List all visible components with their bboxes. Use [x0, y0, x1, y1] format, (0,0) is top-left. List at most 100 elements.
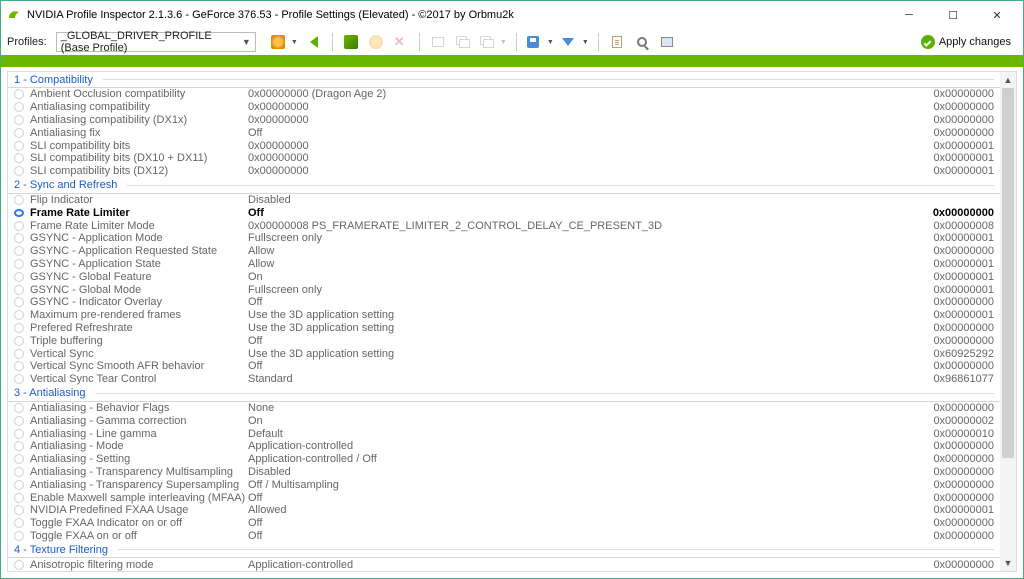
delete-button[interactable]: ✕	[390, 31, 412, 53]
section-title: 1 - Compatibility	[14, 74, 93, 86]
setting-hex: 0x00000008	[914, 220, 994, 232]
new-profile-button[interactable]	[427, 31, 449, 53]
import-button[interactable]: ▼	[559, 31, 591, 53]
section-header[interactable]: 1 - Compatibility	[8, 72, 1000, 88]
add-app-button[interactable]: ▼	[477, 31, 509, 53]
setting-value: 0x00000000	[248, 165, 914, 177]
scroll-up-button[interactable]: ▲	[1000, 72, 1016, 88]
setting-row[interactable]: Flip IndicatorDisabled	[8, 194, 1000, 207]
nvidia-icon	[344, 35, 358, 49]
setting-row[interactable]: Antialiasing compatibility (DX1x)0x00000…	[8, 114, 1000, 127]
setting-row[interactable]: Vertical Sync Smooth AFR behaviorOff0x00…	[8, 360, 1000, 373]
setting-name: Antialiasing - Setting	[30, 453, 248, 465]
setting-value: Off	[248, 492, 914, 504]
setting-row[interactable]: Anisotropic filtering modeApplication-co…	[8, 558, 1000, 571]
back-button[interactable]	[303, 31, 325, 53]
setting-hex: 0x00000002	[914, 415, 994, 427]
setting-hex: 0x00000000	[914, 335, 994, 347]
setting-hex: 0x00000010	[914, 428, 994, 440]
setting-name: Triple buffering	[30, 335, 248, 347]
setting-hex: 0x00000000	[914, 440, 994, 452]
setting-row[interactable]: NVIDIA Predefined FXAA UsageAllowed0x000…	[8, 504, 1000, 517]
row-indicator-icon	[14, 416, 24, 426]
setting-hex: 0x00000001	[914, 284, 994, 296]
setting-row[interactable]: Toggle FXAA Indicator on or offOff0x0000…	[8, 517, 1000, 530]
setting-value: Off	[248, 207, 914, 219]
window-icon	[432, 37, 444, 47]
setting-row[interactable]: Maximum pre-rendered framesUse the 3D ap…	[8, 309, 1000, 322]
find-button[interactable]	[631, 31, 653, 53]
window-minimize-button[interactable]: ─	[887, 2, 931, 28]
setting-name: Ambient Occlusion compatibility	[30, 88, 248, 100]
windows-icon	[456, 36, 470, 48]
row-indicator-icon	[14, 480, 24, 490]
setting-row[interactable]: Ambient Occlusion compatibility 0x0000000…	[8, 88, 1000, 101]
setting-row[interactable]: Antialiasing - SettingApplication-contro…	[8, 453, 1000, 466]
setting-row[interactable]: GSYNC - Application StateAllow0x00000001	[8, 258, 1000, 271]
scroll-thumb[interactable]	[1002, 88, 1014, 458]
vertical-scrollbar[interactable]: ▲ ▼	[1000, 72, 1016, 571]
setting-name: GSYNC - Global Mode	[30, 284, 248, 296]
setting-row[interactable]: Prefered RefreshrateUse the 3D applicati…	[8, 322, 1000, 335]
setting-name: Frame Rate Limiter	[30, 207, 248, 219]
setting-row[interactable]: Triple bufferingOff0x00000000	[8, 334, 1000, 347]
setting-row[interactable]: Antialiasing - Gamma correctionOn0x00000…	[8, 414, 1000, 427]
back-arrow-icon	[310, 36, 318, 48]
setting-row[interactable]: SLI compatibility bits (DX10 + DX11)0x00…	[8, 152, 1000, 165]
row-indicator-icon	[14, 285, 24, 295]
setting-row[interactable]: GSYNC - Global ModeFullscreen only0x0000…	[8, 283, 1000, 296]
setting-row[interactable]: Vertical Sync Tear ControlStandard0x9686…	[8, 373, 1000, 386]
log-button[interactable]	[606, 31, 628, 53]
row-indicator-icon	[14, 467, 24, 477]
setting-name: Anisotropic filtering mode	[30, 559, 248, 571]
apply-changes-button[interactable]: Apply changes	[915, 31, 1017, 53]
setting-row[interactable]: Frame Rate Limiter Mode0x00000008 PS_FRA…	[8, 219, 1000, 232]
row-indicator-icon	[14, 221, 24, 231]
section-header[interactable]: 3 - Antialiasing	[8, 386, 1000, 402]
setting-row[interactable]: Antialiasing - Line gammaDefault0x000000…	[8, 427, 1000, 440]
profile-select[interactable]: _GLOBAL_DRIVER_PROFILE (Base Profile) ▼	[56, 32, 256, 52]
setting-hex: 0x00000000	[914, 322, 994, 334]
chevron-down-icon: ▼	[291, 39, 298, 46]
setting-row[interactable]: Antialiasing fixOff0x00000000	[8, 126, 1000, 139]
setting-row[interactable]: GSYNC - Application Requested StateAllow…	[8, 245, 1000, 258]
setting-row[interactable]: Frame Rate LimiterOff0x00000000	[8, 206, 1000, 219]
export-button[interactable]: ▼	[524, 31, 556, 53]
section-header[interactable]: 4 - Texture Filtering	[8, 542, 1000, 558]
setting-row[interactable]: Antialiasing compatibility0x000000000x00…	[8, 101, 1000, 114]
profile-selected-text: _GLOBAL_DRIVER_PROFILE (Base Profile)	[61, 30, 237, 54]
setting-row[interactable]: GSYNC - Application ModeFullscreen only0…	[8, 232, 1000, 245]
setting-row[interactable]: Antialiasing - Transparency Supersamplin…	[8, 478, 1000, 491]
setting-row[interactable]: Antialiasing - Transparency Multisamplin…	[8, 466, 1000, 479]
setting-hex: 0x00000000	[914, 479, 994, 491]
row-indicator-icon	[14, 454, 24, 464]
restore-default-button[interactable]	[365, 31, 387, 53]
row-indicator-icon	[14, 531, 24, 541]
setting-row[interactable]: Enable Maxwell sample interleaving (MFAA…	[8, 491, 1000, 504]
setting-row[interactable]: Antialiasing - Behavior FlagsNone0x00000…	[8, 402, 1000, 415]
nvidia-restore-button[interactable]	[340, 31, 362, 53]
setting-value: Allowed	[248, 504, 914, 516]
home-profile-button[interactable]: ▼	[268, 31, 300, 53]
setting-hex: 0x96861077	[914, 373, 994, 385]
scroll-down-button[interactable]: ▼	[1000, 555, 1016, 571]
window-maximize-button[interactable]: ☐	[931, 2, 975, 28]
setting-name: Toggle FXAA Indicator on or off	[30, 517, 248, 529]
scan-button[interactable]	[656, 31, 678, 53]
section-header[interactable]: 2 - Sync and Refresh	[8, 178, 1000, 194]
search-icon	[637, 37, 647, 47]
setting-row[interactable]: Toggle FXAA on or offOff0x00000000	[8, 530, 1000, 543]
setting-row[interactable]: SLI compatibility bits0x000000000x000000…	[8, 139, 1000, 152]
title-bar: NVIDIA Profile Inspector 2.1.3.6 - GeFor…	[1, 1, 1023, 29]
window-close-button[interactable]: ✕	[975, 2, 1019, 28]
setting-row[interactable]: Vertical SyncUse the 3D application sett…	[8, 347, 1000, 360]
profiles-list-button[interactable]	[452, 31, 474, 53]
apply-label: Apply changes	[939, 36, 1011, 48]
setting-value: Fullscreen only	[248, 284, 914, 296]
setting-row[interactable]: GSYNC - Indicator OverlayOff0x00000000	[8, 296, 1000, 309]
setting-hex: 0x00000000	[914, 88, 994, 100]
setting-row[interactable]: SLI compatibility bits (DX12)0x000000000…	[8, 165, 1000, 178]
setting-row[interactable]: Antialiasing - ModeApplication-controlle…	[8, 440, 1000, 453]
setting-name: Antialiasing - Transparency Multisamplin…	[30, 466, 248, 478]
setting-row[interactable]: GSYNC - Global FeatureOn0x00000001	[8, 270, 1000, 283]
